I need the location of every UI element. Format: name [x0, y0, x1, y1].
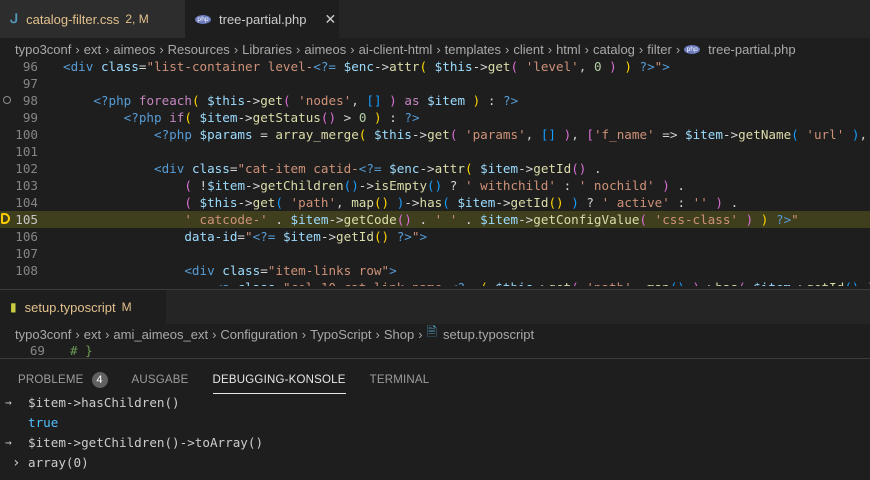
second-editor-tab-bar: ▮ setup.typoscript M — [0, 289, 870, 324]
tab-label: catalog-filter.css — [26, 11, 120, 27]
breadcrumb-item[interactable]: ext — [84, 327, 101, 342]
breadcrumb-item[interactable]: templates — [445, 42, 501, 57]
chevron-right-icon: › — [638, 41, 644, 57]
breadcrumb-item[interactable]: html — [556, 42, 581, 57]
breadcrumb-item[interactable]: client — [513, 42, 543, 57]
chevron-right-icon: › — [75, 41, 80, 57]
code-line: 107 — [15, 246, 38, 261]
tab-label: tree-partial.php — [219, 11, 307, 27]
chevron-right-icon: › — [301, 326, 307, 342]
tab-catalog-filter-css[interactable]: ᒍ catalog-filter.css 2, M — [0, 0, 185, 38]
breadcrumb-item[interactable]: Configuration — [220, 327, 297, 342]
tab-label: setup.typoscript — [24, 299, 116, 315]
code-line: 103 ( !$item->getChildren()->isEmpty() ?… — [15, 178, 685, 193]
expand-chevron-icon[interactable]: › — [12, 453, 20, 473]
breadcrumb-item[interactable]: Libraries — [242, 42, 292, 57]
chevron-right-icon: › — [212, 326, 217, 342]
breadcrumb-item[interactable]: catalog — [593, 42, 635, 57]
tab-modified-badge: 2, M — [125, 12, 149, 26]
code-line: 106 data-id="<?= $item->getId() ?>"> — [15, 229, 428, 244]
tab-modified-badge: M — [121, 300, 132, 314]
code-line: <a class="col-10 cat-link name <?= ( $th… — [0, 279, 870, 286]
chevron-right-icon: › — [375, 326, 380, 342]
code-line: 100 <?php $params = array_merge( $this->… — [15, 127, 868, 142]
file-icon: 🗎 — [426, 324, 438, 339]
chevron-right-icon: › — [505, 41, 510, 57]
tab-tree-partial-php[interactable]: php tree-partial.php ✕ — [185, 0, 339, 38]
chevron-right-icon: › — [296, 41, 301, 57]
breadcrumb-item[interactable]: tree-partial.php — [708, 42, 795, 57]
breadcrumb-item[interactable]: ai-client-html — [359, 42, 433, 57]
input-arrow-icon: → — [5, 436, 12, 449]
chevron-right-icon: › — [584, 41, 589, 57]
current-debug-line: 105 ' catcode-' . $item->getCode() . ' '… — [0, 211, 870, 228]
css-file-icon: ᒍ — [10, 11, 19, 26]
breadcrumb-item[interactable]: setup.typoscript — [443, 327, 534, 342]
code-editor[interactable]: 96 <div class="list-container level-<?= $… — [0, 58, 870, 286]
breadcrumb-item[interactable]: typo3conf — [15, 42, 71, 57]
chevron-right-icon: › — [418, 326, 423, 342]
typoscript-file-icon: ▮ — [10, 300, 17, 314]
code-line: 96 <div class="list-container level-<?= $… — [22, 59, 670, 74]
code-line: 98 <?php foreach( $this->get( 'nodes', [… — [0, 92, 870, 109]
chevron-right-icon: › — [436, 41, 441, 57]
chevron-right-icon: › — [159, 41, 164, 57]
php-file-icon: php — [195, 14, 211, 24]
breadcrumb: typo3conf › ext › aimeos › Resources › Libraries… — [0, 38, 796, 60]
close-icon[interactable]: ✕ — [324, 11, 336, 28]
chevron-right-icon: › — [350, 41, 355, 57]
code-line: 69 # } — [29, 343, 93, 358]
breadcrumb-item[interactable]: typo3conf — [15, 327, 71, 342]
tab-debug-console[interactable]: DEBUGGING-KONSOLE — [212, 367, 346, 394]
chevron-right-icon: › — [233, 41, 239, 57]
code-line: 99 <?php if( $item->getStatus() > 0 ) : … — [22, 110, 420, 125]
breadcrumb-item[interactable]: ext — [84, 42, 101, 57]
breadcrumb-item[interactable]: TypoScript — [310, 327, 371, 342]
code-line: 104 ( $this->get( 'path', map() )->has( … — [15, 195, 739, 210]
breadcrumb-item[interactable]: filter — [647, 42, 672, 57]
chevron-right-icon: › — [105, 326, 110, 342]
breadcrumb-item[interactable]: aimeos — [113, 42, 155, 57]
chevron-right-icon: › — [675, 41, 681, 57]
chevron-right-icon: › — [547, 41, 553, 57]
chevron-right-icon: › — [75, 326, 80, 342]
breadcrumb-item[interactable]: aimeos — [304, 42, 346, 57]
code-line: 101 — [15, 144, 38, 159]
tab-problems[interactable]: PROBLEME 4 — [18, 367, 108, 393]
tab-output[interactable]: AUSGABE — [132, 367, 189, 393]
breadcrumb-item[interactable]: Resources — [168, 42, 230, 57]
input-arrow-icon: → — [5, 396, 12, 409]
code-line: 108 <div class="item-links row"> — [15, 263, 397, 278]
bottom-panel: PROBLEME 4 AUSGABE DEBUGGING-KONSOLE TERM… — [0, 358, 870, 480]
php-file-icon: php — [684, 44, 701, 54]
code-line: 102 <div class="cat-item catid-<?= $enc-… — [15, 161, 602, 176]
tab-setup-typoscript[interactable]: ▮ setup.typoscript M — [0, 290, 166, 324]
breadcrumb-item[interactable]: ami_aimeos_ext — [113, 327, 208, 342]
tab-terminal[interactable]: TERMINAL — [370, 367, 430, 393]
code-line: 97 — [22, 76, 38, 91]
breadcrumb: typo3conf › ext › ami_aimeos_ext › Configurati… — [0, 323, 534, 345]
breadcrumb-item[interactable]: Shop — [384, 327, 414, 342]
problems-count-badge: 4 — [91, 372, 108, 388]
editor-tab-bar: ᒍ catalog-filter.css 2, M php tree-parti… — [0, 0, 870, 38]
chevron-right-icon: › — [105, 41, 110, 57]
